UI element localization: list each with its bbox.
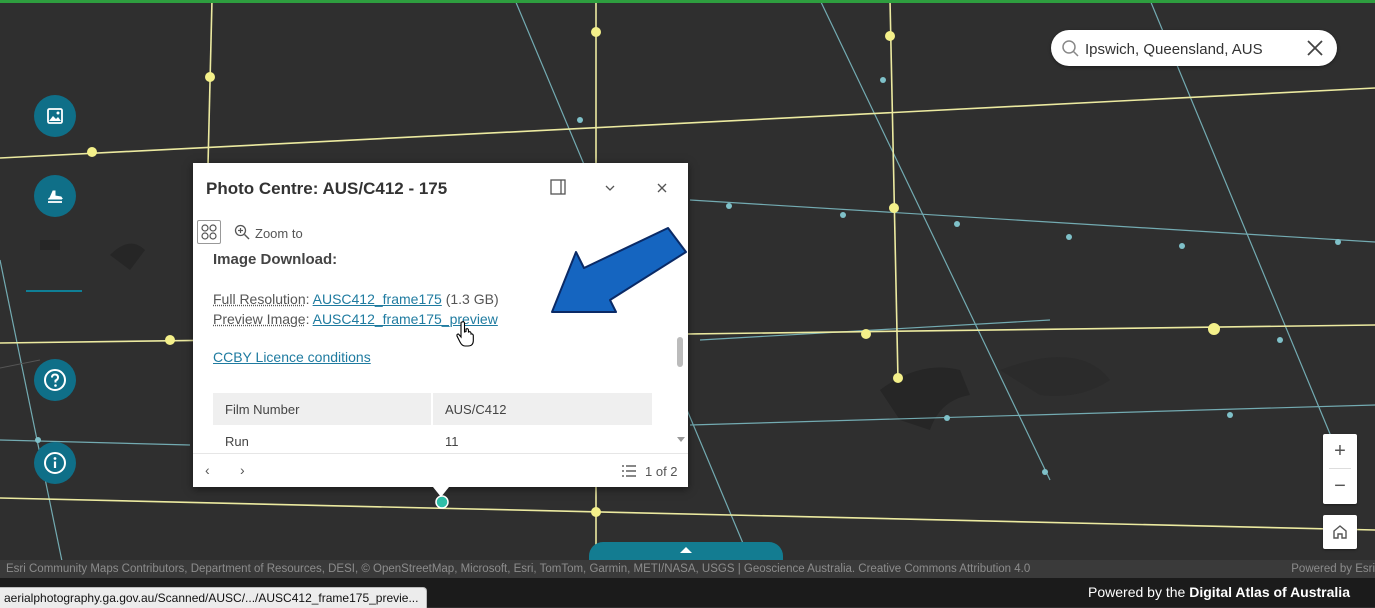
hand-cursor-icon (455, 320, 477, 348)
home-button[interactable] (1323, 515, 1357, 549)
flight-button[interactable] (34, 175, 76, 217)
zoom-controls: + − (1323, 434, 1357, 504)
attribute-table: Film Number AUS/C412 Run 11 (213, 393, 652, 453)
home-icon (1331, 523, 1349, 541)
table-key: Film Number (213, 393, 432, 425)
feature-count: 1 of 2 (645, 464, 678, 479)
image-icon (46, 107, 64, 125)
help-icon (43, 368, 67, 392)
side-divider (26, 290, 82, 292)
popup-footer: ‹ › 1 of 2 (193, 453, 688, 488)
close-icon[interactable] (1304, 37, 1326, 59)
scroll-down-arrow[interactable] (677, 437, 685, 442)
preview-image-label: Preview Image (213, 311, 306, 327)
next-feature-button[interactable]: › (240, 462, 245, 478)
full-resolution-row: Full Resolution: AUSC412_frame175 (1.3 G… (213, 291, 499, 307)
dock-icon[interactable] (550, 179, 566, 195)
expand-panel-tab[interactable] (589, 542, 783, 560)
footer-brand: Digital Atlas of Australia (1189, 584, 1350, 600)
top-accent-line (0, 0, 1375, 3)
popup-pointer (433, 487, 449, 497)
footer-branding: Powered by the Digital Atlas of Australi… (1088, 584, 1350, 600)
search-icon (1061, 39, 1079, 57)
licence-link[interactable]: CCBY Licence conditions (213, 349, 371, 365)
feature-list-icon[interactable] (621, 464, 637, 478)
zoom-in-button[interactable]: + (1323, 434, 1357, 468)
full-resolution-link[interactable]: AUSC412_frame175 (313, 291, 442, 307)
imagery-button[interactable] (34, 95, 76, 137)
zoom-out-button[interactable]: − (1323, 469, 1357, 503)
table-value: AUS/C412 (432, 393, 652, 425)
help-button[interactable] (34, 359, 76, 401)
close-icon[interactable] (655, 181, 669, 195)
powered-by-esri[interactable]: Powered by Esri (1281, 560, 1375, 578)
popup-header: Photo Centre: AUS/C412 - 175 (193, 163, 688, 213)
plane-icon (45, 186, 65, 206)
search-input[interactable] (1083, 36, 1287, 62)
feature-menu-icon[interactable] (197, 220, 221, 244)
footer-prefix: Powered by the (1088, 584, 1185, 600)
chevron-down-icon[interactable] (603, 181, 617, 195)
map-attribution: Esri Community Maps Contributors, Depart… (0, 560, 1375, 578)
zoom-to-label[interactable]: Zoom to (255, 226, 303, 241)
licence-row: CCBY Licence conditions (213, 349, 371, 365)
full-resolution-label: Full Resolution (213, 291, 306, 307)
table-row: Film Number AUS/C412 (213, 393, 652, 425)
chevron-up-icon (679, 545, 693, 555)
popup-title: Photo Centre: AUS/C412 - 175 (206, 179, 447, 199)
zoom-to-icon[interactable] (234, 224, 250, 240)
info-button[interactable] (34, 442, 76, 484)
browser-status-url: aerialphotography.ga.gov.au/Scanned/AUSC… (0, 587, 427, 608)
table-value: 11 (432, 425, 652, 453)
table-key: Run (213, 425, 432, 453)
annotation-arrow-icon (540, 222, 700, 342)
table-row: Run 11 (213, 425, 652, 453)
search-box (1051, 30, 1337, 66)
info-icon (43, 451, 67, 475)
previous-feature-button[interactable]: ‹ (205, 462, 210, 478)
image-download-heading: Image Download: (213, 251, 337, 268)
attribution-text: Esri Community Maps Contributors, Depart… (6, 560, 1030, 578)
full-resolution-size: (1.3 GB) (446, 291, 499, 307)
